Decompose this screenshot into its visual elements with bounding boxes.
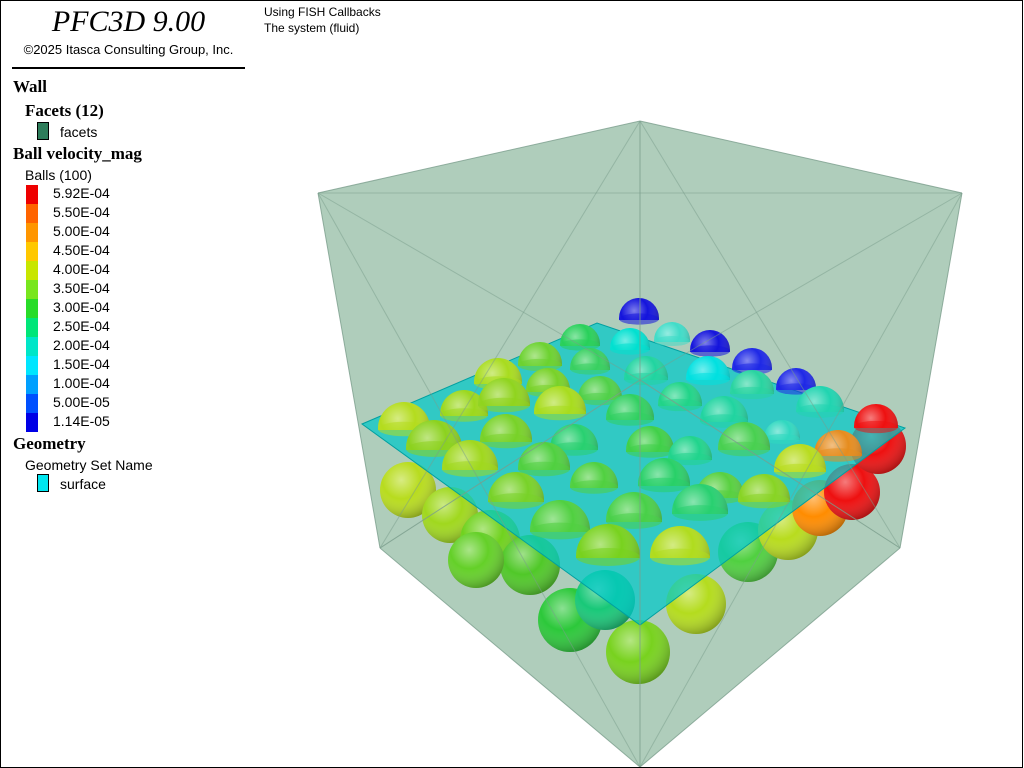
scale-label: 1.00E-04 xyxy=(53,375,110,391)
scale-swatch xyxy=(26,223,38,242)
scale-label: 5.50E-04 xyxy=(53,204,110,220)
title-separator xyxy=(12,67,245,69)
ball-velocity-heading: Ball velocity_mag xyxy=(13,144,142,163)
scale-swatch xyxy=(26,375,38,394)
scale-swatch xyxy=(26,261,38,280)
wall-heading: Wall xyxy=(13,77,48,96)
ball xyxy=(448,532,504,588)
scale-label: 5.00E-05 xyxy=(53,394,110,410)
legend-panel: PFC3D 9.00 ©2025 Itasca Consulting Group… xyxy=(0,0,257,768)
scale-swatch xyxy=(26,356,38,375)
view-title-line1: Using FISH Callbacks xyxy=(264,5,381,19)
copyright-text: ©2025 Itasca Consulting Group, Inc. xyxy=(23,42,234,57)
scale-swatch xyxy=(26,204,38,223)
scale-swatch xyxy=(26,394,38,413)
geometry-heading: Geometry xyxy=(13,434,86,453)
facets-heading: Facets (12) xyxy=(25,101,104,120)
scale-label: 1.50E-04 xyxy=(53,356,110,372)
scale-swatch xyxy=(26,337,38,356)
view-title-line2: The system (fluid) xyxy=(264,21,360,35)
facets-swatch xyxy=(37,122,49,140)
ball xyxy=(606,620,670,684)
scale-label: 5.92E-04 xyxy=(53,185,110,201)
scale-swatch xyxy=(26,280,38,299)
scale-label: 4.00E-04 xyxy=(53,261,110,277)
surface-label: surface xyxy=(60,476,106,492)
balls-subheading: Balls (100) xyxy=(25,167,92,183)
scale-label: 2.50E-04 xyxy=(53,318,110,334)
geometry-set-name: Geometry Set Name xyxy=(25,457,153,473)
view-header: Using FISH Callbacks The system (fluid) xyxy=(256,0,1023,42)
scale-swatch xyxy=(26,185,38,204)
scale-swatch xyxy=(26,242,38,261)
scale-label: 3.00E-04 xyxy=(53,299,110,315)
scale-swatch xyxy=(26,299,38,318)
facets-label: facets xyxy=(60,124,98,140)
scale-swatch xyxy=(26,318,38,337)
3d-viewport[interactable] xyxy=(256,41,1023,768)
surface-swatch xyxy=(37,474,49,492)
scale-swatch xyxy=(26,413,38,432)
scale-label: 2.00E-04 xyxy=(53,337,110,353)
scale-label: 5.00E-04 xyxy=(53,223,110,239)
scale-label: 4.50E-04 xyxy=(53,242,110,258)
scale-label: 3.50E-04 xyxy=(53,280,110,296)
app-title: PFC3D 9.00 xyxy=(51,5,206,38)
model-scene[interactable] xyxy=(256,41,1022,767)
scale-label: 1.14E-05 xyxy=(53,413,110,429)
